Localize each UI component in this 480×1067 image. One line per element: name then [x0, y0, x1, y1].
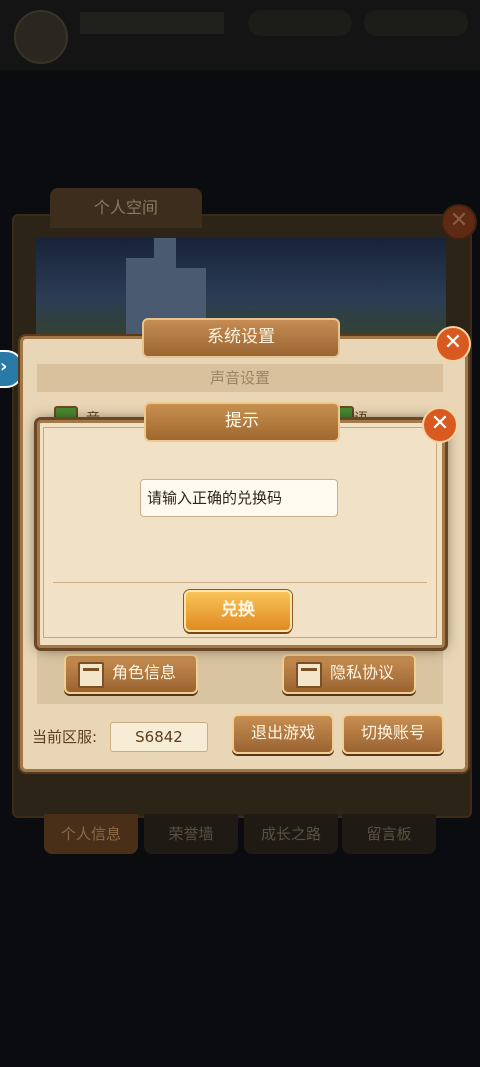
prompt-divider [53, 582, 427, 583]
personal-space-tab: 个人空间 [50, 188, 202, 228]
system-settings-close-icon[interactable]: ✕ [435, 326, 471, 362]
tab-growth-path[interactable]: 成长之路 [244, 814, 338, 854]
tab-personal-info[interactable]: 个人信息 [44, 814, 138, 854]
privacy-policy-button[interactable]: 隐私协议 [282, 654, 416, 694]
prompt-title: 提示 [144, 402, 340, 442]
document-icon [296, 662, 322, 688]
redeem-button[interactable]: 兑换 [184, 590, 292, 632]
personal-space-close-icon[interactable]: ✕ [441, 204, 477, 240]
player-avatar [14, 10, 68, 64]
bottom-tab-bar: 个人信息 荣誉墙 成长之路 留言板 [40, 814, 440, 858]
switch-account-button[interactable]: 切换账号 [342, 714, 444, 754]
resource-bar-2 [364, 10, 468, 36]
system-settings-title: 系统设置 [142, 318, 340, 358]
redeem-code-input[interactable]: 请输入正确的兑换码 [140, 479, 338, 517]
role-info-button[interactable]: 角色信息 [64, 654, 198, 694]
prompt-close-icon[interactable]: ✕ [422, 407, 458, 443]
player-name-bar [80, 12, 224, 34]
sound-settings-header: 声音设置 [37, 364, 443, 392]
current-zone-value: S6842 [110, 722, 208, 752]
document-icon [78, 662, 104, 688]
chevron-right-icon: › [0, 356, 8, 377]
current-zone-label: 当前区服: [32, 728, 98, 746]
tab-message-board[interactable]: 留言板 [342, 814, 436, 854]
tab-honor-wall[interactable]: 荣誉墙 [144, 814, 238, 854]
resource-bar-1 [248, 10, 352, 36]
exit-game-button[interactable]: 退出游戏 [232, 714, 334, 754]
